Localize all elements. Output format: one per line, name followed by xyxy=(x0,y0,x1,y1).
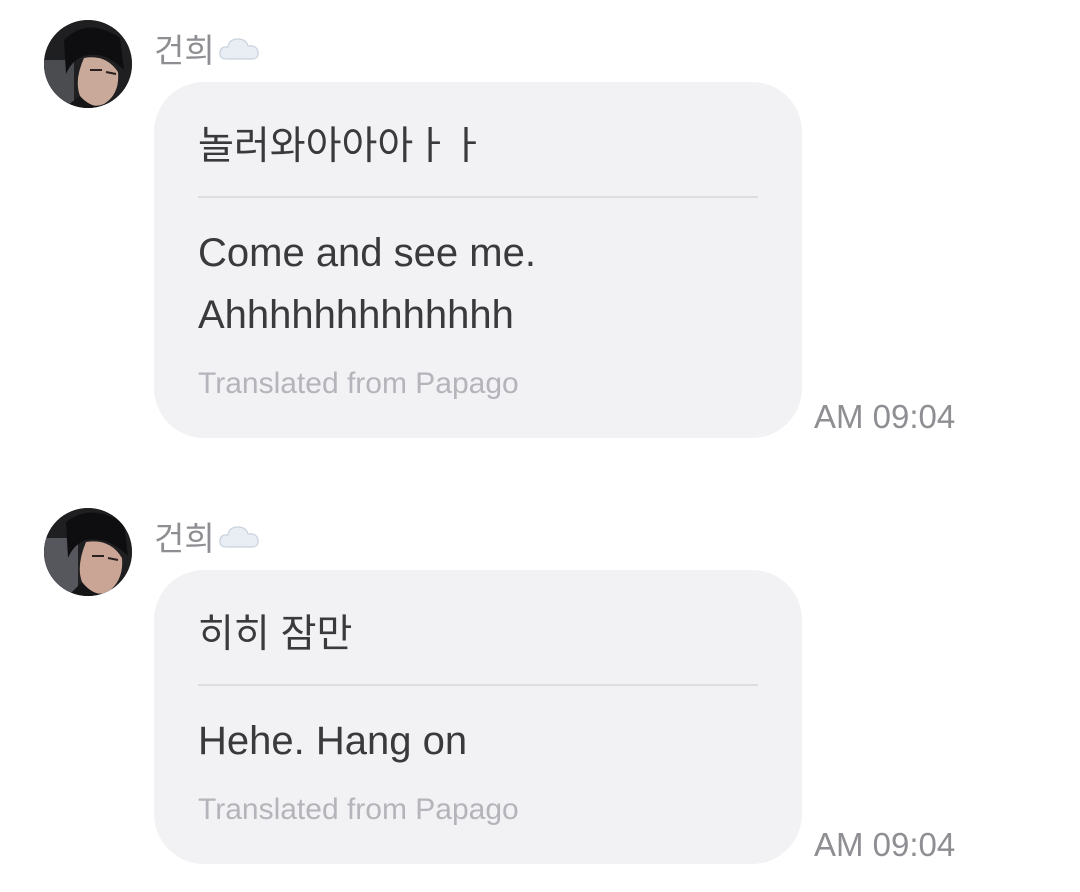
sender-name: 건희 xyxy=(154,514,261,558)
translated-line: Hehe. Hang on xyxy=(198,719,468,763)
avatar-photo xyxy=(44,508,132,596)
message-bubble[interactable]: 놀러와아아아ㅏㅏ Come and see me. Ahhhhhhhhhhhhh… xyxy=(154,82,802,438)
chat-thread: 건희 놀러와아아아ㅏㅏ Come and see me. Ahhhhhhhhhh… xyxy=(0,0,1080,892)
sender-name-text: 건희 xyxy=(154,520,215,557)
sender-name-text: 건희 xyxy=(154,32,215,69)
message-bubble[interactable]: 히히 잠만 Hehe. Hang on Translated from Papa… xyxy=(154,570,802,864)
sender-name: 건희 xyxy=(154,26,261,70)
original-text: 놀러와아아아ㅏㅏ xyxy=(198,125,486,168)
translated-text: Come and see me. Ahhhhhhhhhhhhh xyxy=(198,198,758,346)
avatar-photo xyxy=(44,20,132,108)
translated-text: Hehe. Hang on xyxy=(198,686,758,772)
avatar[interactable] xyxy=(44,508,132,596)
translated-line: Ahhhhhhhhhhhhh xyxy=(198,293,514,337)
translated-line: Come and see me. xyxy=(198,231,536,275)
avatar[interactable] xyxy=(44,20,132,108)
original-text: 히히 잠만 xyxy=(198,613,353,656)
message-time: AM 09:04 xyxy=(814,826,956,863)
translation-source-note: Translated from Papago xyxy=(198,793,519,826)
message-time: AM 09:04 xyxy=(814,398,956,435)
translation-source-note: Translated from Papago xyxy=(198,367,519,400)
cloud-icon xyxy=(217,521,261,551)
cloud-icon xyxy=(217,33,261,63)
